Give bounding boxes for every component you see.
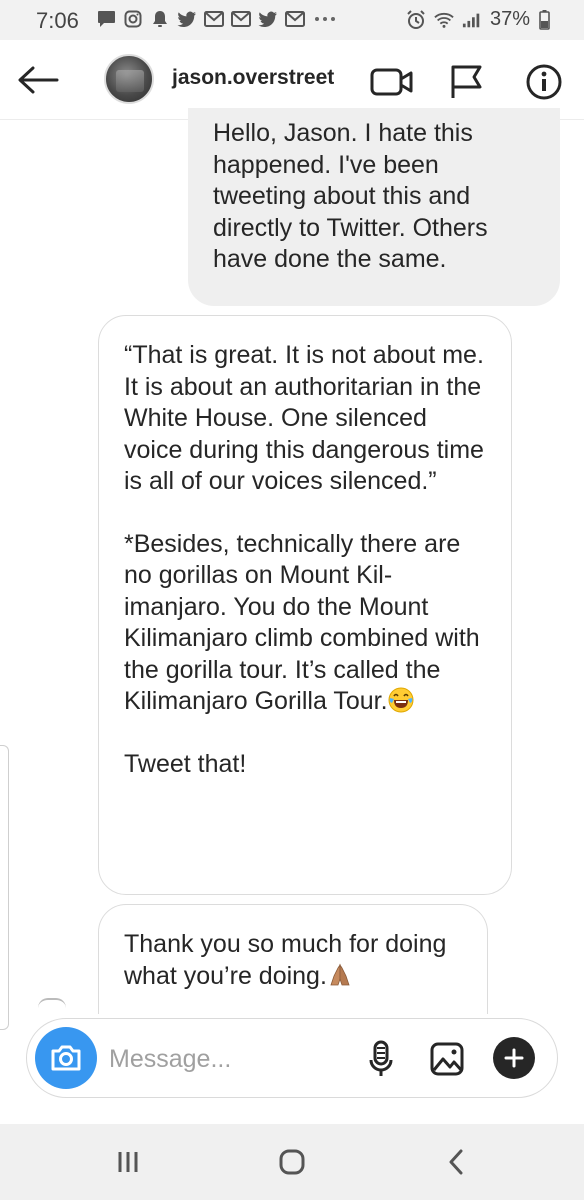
alarm-icon: [406, 9, 426, 30]
flag-icon: [451, 65, 482, 98]
message-text: Tweet that!: [124, 749, 247, 778]
notification-bell-icon: [150, 9, 170, 29]
home-button[interactable]: [262, 1142, 322, 1182]
sender-avatar-partial: [38, 998, 66, 1008]
gallery-icon: [430, 1042, 464, 1076]
praying-hands-emoji: [330, 963, 350, 985]
video-call-button[interactable]: [370, 60, 414, 104]
message-composer: [26, 1018, 558, 1098]
gmail-icon: [231, 9, 251, 29]
incoming-message[interactable]: “That is great. It is not about me. It i…: [98, 315, 512, 895]
info-button[interactable]: [522, 60, 566, 104]
nav-back-button[interactable]: [426, 1142, 486, 1182]
more-dots-icon: [312, 9, 338, 29]
twitter-icon: [258, 9, 278, 29]
gallery-button[interactable]: [425, 1037, 469, 1081]
avatar[interactable]: [104, 54, 154, 104]
system-status: 37%: [406, 8, 550, 31]
message-text: Thank you so much for doing what you’re …: [124, 929, 467, 992]
status-time: 7:06: [36, 8, 79, 33]
message-input[interactable]: [109, 1041, 349, 1077]
message-icon: [96, 9, 116, 29]
plus-icon: [504, 1048, 524, 1068]
incoming-message[interactable]: Thank you so much for doing what you’re …: [98, 904, 488, 1014]
instagram-icon: [123, 9, 143, 29]
chat-username[interactable]: jason.overstreet: [172, 66, 334, 90]
laughing-tears-emoji: [388, 687, 414, 713]
message-text: “That is great. It is not about me. It i…: [124, 341, 491, 495]
outgoing-message[interactable]: Hello, Jason. I hate this happened. I've…: [188, 108, 560, 306]
signal-icon: [462, 10, 482, 30]
message-text-part: Thank you so much for doing what you’re …: [124, 930, 454, 990]
gmail-icon: [285, 9, 305, 29]
recent-apps-icon: [118, 1152, 138, 1172]
scroll-handle[interactable]: [0, 745, 9, 1030]
system-nav-bar: [0, 1124, 584, 1200]
status-bar: 7:06 37%: [0, 0, 584, 40]
flag-button[interactable]: [445, 60, 489, 104]
back-icon: [449, 1149, 463, 1175]
wifi-icon: [434, 10, 454, 30]
gmail-icon: [204, 9, 224, 29]
battery-percent: 37%: [489, 8, 530, 30]
battery-icon: [538, 9, 550, 30]
camera-button[interactable]: [35, 1027, 97, 1089]
add-button[interactable]: [493, 1037, 535, 1079]
notification-icons: [96, 9, 338, 29]
message-text: Hello, Jason. I hate this happened. I've…: [213, 119, 495, 273]
back-button[interactable]: [14, 58, 62, 102]
microphone-icon: [369, 1040, 393, 1076]
twitter-icon: [177, 9, 197, 29]
info-icon: [526, 64, 562, 100]
video-call-icon: [370, 68, 413, 96]
back-arrow-icon: [18, 66, 59, 94]
home-icon: [279, 1149, 305, 1175]
camera-icon: [51, 1045, 81, 1071]
message-text: *Besides, technically there are no goril…: [124, 529, 491, 718]
recent-apps-button[interactable]: [98, 1142, 158, 1182]
message-text-part: *Besides, technically there are no goril…: [124, 529, 487, 716]
microphone-button[interactable]: [359, 1037, 403, 1081]
